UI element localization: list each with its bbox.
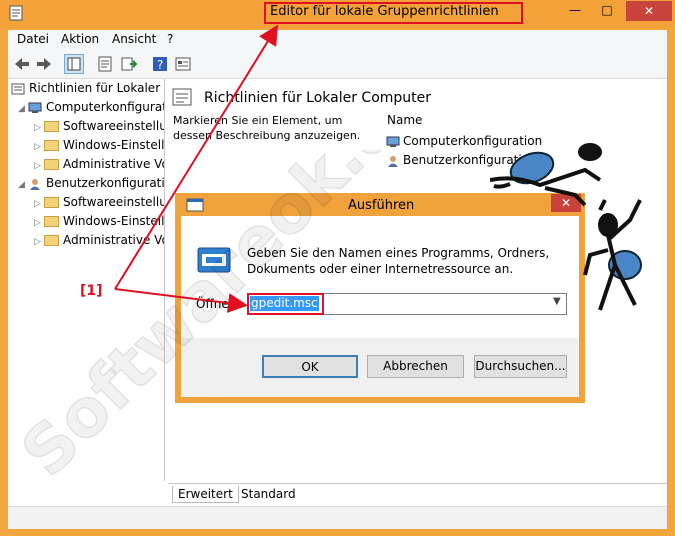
annotation-arrows — [114, 24, 279, 313]
annotation-label: [1] — [80, 283, 103, 299]
